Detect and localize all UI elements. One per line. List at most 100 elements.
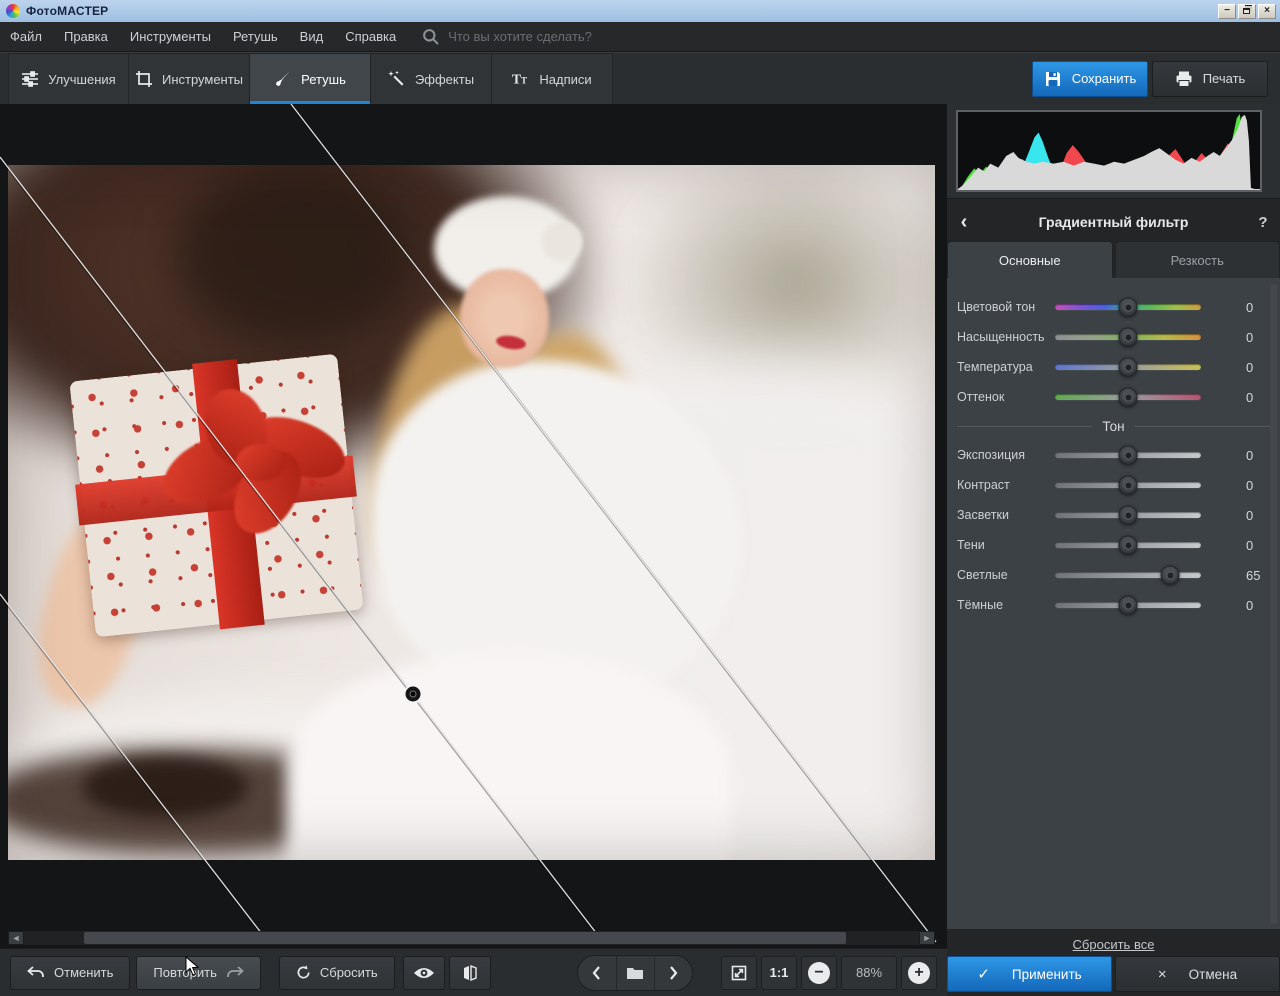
tool-tab-bar: Улучшения Инструменты Ретушь Эффекты T T <box>0 52 1280 104</box>
panel-body: Цветовой тон0Насыщенность0Температура0От… <box>947 278 1280 929</box>
slider-row: Контраст 0 <box>947 470 1280 500</box>
scroll-right-arrow[interactable]: ► <box>919 931 935 945</box>
tab-enhancements[interactable]: Улучшения <box>8 53 129 104</box>
tab-tools[interactable]: Инструменты <box>129 53 250 104</box>
slider-track[interactable] <box>1055 364 1201 370</box>
svg-text:T: T <box>512 72 521 87</box>
slider-handle[interactable] <box>1119 328 1138 347</box>
redo-button[interactable]: Повторить <box>136 956 260 990</box>
next-photo-button[interactable] <box>654 956 692 990</box>
minimize-button[interactable]: − <box>1218 4 1236 19</box>
redo-icon <box>226 966 244 980</box>
gradient-line-left <box>0 594 262 934</box>
slider-row: Светлые 65 <box>947 560 1280 590</box>
bottom-toolbar: Отменить Повторить Сбросить <box>0 948 947 996</box>
search-icon <box>422 28 440 46</box>
slider-handle[interactable] <box>1119 358 1138 377</box>
tab-basic[interactable]: Основные <box>947 241 1113 278</box>
before-after-button[interactable] <box>449 956 491 990</box>
zoom-out-button[interactable]: − <box>801 956 837 990</box>
slider-handle[interactable] <box>1119 388 1138 407</box>
tab-captions[interactable]: T T Надписи <box>492 53 613 104</box>
reset-all-link[interactable]: Сбросить все <box>1073 937 1155 952</box>
zoom-level[interactable]: 88% <box>841 956 897 990</box>
cancel-label: Отмена <box>1189 967 1237 982</box>
tab-label: Инструменты <box>162 72 243 87</box>
menu-view[interactable]: Вид <box>300 29 324 44</box>
preview-original-button[interactable] <box>403 956 445 990</box>
text-icon: T T <box>512 70 530 88</box>
gradient-center-handle[interactable] <box>405 686 422 703</box>
histogram-section <box>947 104 1280 199</box>
tab-retouch[interactable]: Ретушь <box>250 53 371 104</box>
back-button[interactable]: ‹ <box>947 211 981 234</box>
slider-track[interactable] <box>1055 572 1201 578</box>
slider-handle[interactable] <box>1119 476 1138 495</box>
reset-button[interactable]: Сбросить <box>279 956 395 990</box>
before-after-icon <box>462 965 478 981</box>
tab-effects[interactable]: Эффекты <box>371 53 492 104</box>
horizontal-scrollbar[interactable]: ◄ ► <box>8 931 935 945</box>
gradient-filter-overlay <box>0 104 947 948</box>
slider-track[interactable] <box>1055 542 1201 548</box>
slider-track[interactable] <box>1055 334 1201 340</box>
previous-photo-button[interactable] <box>578 956 616 990</box>
menu-tools[interactable]: Инструменты <box>130 29 211 44</box>
slider-track[interactable] <box>1055 452 1201 458</box>
tab-sharpness[interactable]: Резкость <box>1115 241 1280 278</box>
slider-handle[interactable] <box>1119 298 1138 317</box>
menu-file[interactable]: Файл <box>10 29 42 44</box>
actual-size-button[interactable]: 1:1 <box>761 956 797 990</box>
slider-track[interactable] <box>1055 602 1201 608</box>
search-box[interactable]: Что вы хотите сделать? <box>422 28 592 46</box>
zoom-in-button[interactable]: + <box>901 956 937 990</box>
restore-button[interactable] <box>1238 4 1256 19</box>
panel-title: Градиентный фильтр <box>981 214 1246 230</box>
slider-label: Засветки <box>957 508 1053 522</box>
editor-canvas[interactable]: ◄ ► <box>0 104 947 948</box>
color-sliders-group: Цветовой тон0Насыщенность0Температура0От… <box>947 292 1280 412</box>
slider-value: 0 <box>1246 390 1268 405</box>
save-button[interactable]: Сохранить <box>1032 61 1148 97</box>
slider-handle[interactable] <box>1119 446 1138 465</box>
slider-handle[interactable] <box>1119 596 1138 615</box>
zoom-controls: 1:1 − 88% + <box>721 956 937 990</box>
undo-button[interactable]: Отменить <box>10 956 130 990</box>
search-input[interactable]: Что вы хотите сделать? <box>448 29 592 44</box>
slider-row: Оттенок0 <box>947 382 1280 412</box>
slider-label: Светлые <box>957 568 1053 582</box>
menu-edit[interactable]: Правка <box>64 29 108 44</box>
help-button[interactable]: ? <box>1246 214 1280 231</box>
scrollbar-track[interactable] <box>24 931 919 945</box>
slider-handle[interactable] <box>1119 506 1138 525</box>
slider-value: 0 <box>1246 300 1268 315</box>
panel-scrollbar[interactable] <box>1270 284 1277 924</box>
menu-retouch[interactable]: Ретушь <box>233 29 278 44</box>
slider-track[interactable] <box>1055 304 1201 310</box>
menu-help[interactable]: Справка <box>345 29 396 44</box>
slider-track[interactable] <box>1055 394 1201 400</box>
open-folder-button[interactable] <box>616 956 654 990</box>
fit-to-screen-button[interactable] <box>721 956 757 990</box>
slider-row: Тени0 <box>947 530 1280 560</box>
slider-handle[interactable] <box>1161 566 1180 585</box>
panel-actions: ✓ Применить × Отмена <box>947 952 1280 996</box>
slider-value: 0 <box>1246 478 1268 493</box>
apply-label: Применить <box>1012 967 1082 982</box>
slider-track[interactable] <box>1055 512 1201 518</box>
slider-value: 65 <box>1246 568 1268 583</box>
close-button[interactable]: × <box>1258 4 1276 19</box>
slider-track[interactable] <box>1055 482 1201 488</box>
gradient-line-middle <box>0 157 600 938</box>
undo-icon <box>27 966 45 980</box>
scroll-left-arrow[interactable]: ◄ <box>8 931 24 945</box>
slider-handle[interactable] <box>1119 536 1138 555</box>
menu-bar: Файл Правка Инструменты Ретушь Вид Справ… <box>0 22 1280 52</box>
slider-label: Контраст <box>957 478 1053 492</box>
slider-row: Тёмные0 <box>947 590 1280 620</box>
print-button[interactable]: Печать <box>1152 61 1268 97</box>
scrollbar-thumb[interactable] <box>84 932 846 944</box>
brush-icon <box>274 70 292 88</box>
cancel-button[interactable]: × Отмена <box>1115 956 1280 992</box>
apply-button[interactable]: ✓ Применить <box>947 956 1112 992</box>
